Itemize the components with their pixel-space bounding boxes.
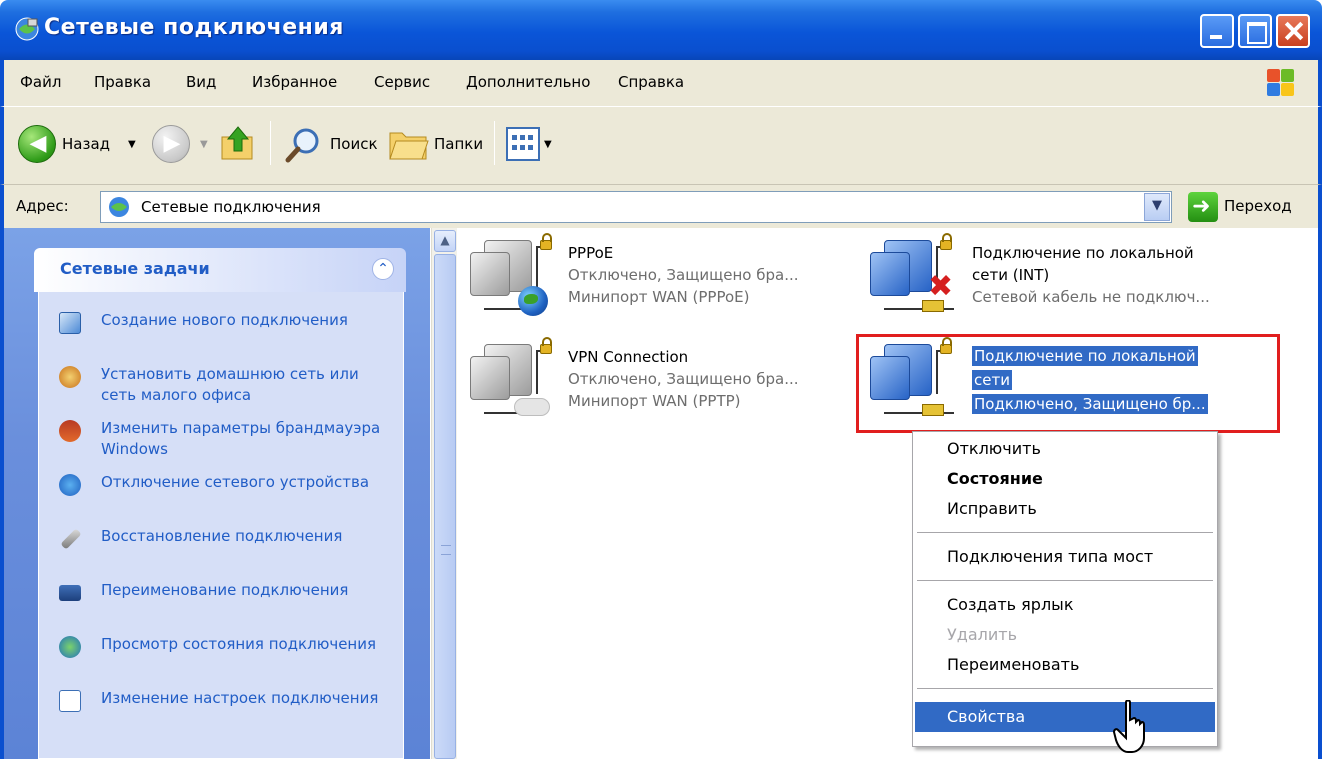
scroll-up-icon[interactable]: ▲ [434,230,456,252]
lock-icon [540,233,552,250]
mouse-pointer-icon [1112,700,1145,753]
address-dropdown-icon[interactable]: ▼ [1144,193,1170,221]
connection-status: Сетевой кабель не подключ... [972,288,1210,306]
folders-icon[interactable] [388,125,430,163]
vertical-scrollbar[interactable]: ▲ [431,228,457,759]
lock-icon [540,337,552,354]
ctx-rename[interactable]: Переименовать [915,650,1215,680]
back-arrow-icon: ◀ [29,131,47,156]
title-bar[interactable]: Сетевые подключения [0,0,1322,60]
task-label[interactable]: Изменить параметры брандмауэра Windows [101,418,391,460]
settings-icon [59,690,81,712]
task-label[interactable]: Создание нового подключения [101,310,391,331]
connection-vpn[interactable]: VPN Connection Отключено, Защищено бра..… [470,336,850,426]
network-tasks-header[interactable]: Сетевые задачи ⌃ [34,248,406,292]
task-label[interactable]: Установить домашнюю сеть или сеть малого… [101,364,391,406]
network-connections-icon [109,197,129,217]
search-button[interactable]: Поиск [330,135,378,153]
globe-icon [518,286,548,316]
ctx-disconnect[interactable]: Отключить [915,434,1215,464]
lock-icon [940,233,952,250]
cloud-icon [514,398,550,416]
up-folder-icon[interactable] [218,123,260,165]
connection-status: Отключено, Защищено бра... [568,266,799,284]
toolbar: ◀ Назад ▼ ▶ ▼ Поиск Папки ▼ [0,106,1322,184]
ctx-repair[interactable]: Исправить [915,494,1215,524]
status-icon [59,636,81,658]
new-connection-icon [59,312,81,334]
connection-device: Минипорт WAN (PPTP) [568,392,741,410]
ctx-create-shortcut[interactable]: Создать ярлык [915,590,1215,620]
go-button[interactable]: Переход [1224,197,1292,215]
maximize-button[interactable] [1238,14,1272,48]
disconnected-x-icon: ✖ [928,269,954,304]
ctx-separator [917,532,1213,533]
context-menu: Отключить Состояние Исправить Подключени… [912,431,1218,747]
connection-name-line2: сети (INT) [972,266,1050,284]
menu-favorites[interactable]: Избранное [252,73,337,91]
home-network-icon [59,366,81,388]
views-dropdown-icon[interactable]: ▼ [544,139,552,150]
menu-help[interactable]: Справка [618,73,684,91]
scroll-thumb[interactable] [434,254,456,759]
lan-int-connection-icon: ✖ [870,232,964,318]
back-button[interactable]: ◀ [18,125,56,163]
back-label[interactable]: Назад [62,135,110,153]
task-label[interactable]: Просмотр состояния подключения [101,634,391,655]
connection-name: VPN Connection [568,348,689,366]
ctx-bridge[interactable]: Подключения типа мост [915,542,1215,572]
menu-advanced[interactable]: Дополнительно [466,73,590,91]
rename-icon [59,585,81,601]
network-tasks-title: Сетевые задачи [60,259,210,278]
forward-button[interactable]: ▶ [152,125,190,163]
vpn-connection-icon [470,336,564,422]
menu-file[interactable]: Файл [20,73,61,91]
back-dropdown-icon[interactable]: ▼ [128,139,136,150]
network-connections-icon [15,17,39,41]
ctx-separator [917,688,1213,689]
address-value: Сетевые подключения [141,198,321,216]
collapse-chevron-icon[interactable]: ⌃ [372,258,394,280]
minimize-button[interactable] [1200,14,1234,48]
go-arrow-icon[interactable] [1188,192,1218,222]
task-label[interactable]: Восстановление подключения [101,526,391,547]
menu-view[interactable]: Вид [186,73,216,91]
connection-device: Минипорт WAN (PPPoE) [568,288,750,306]
repair-icon [60,528,82,550]
firewall-icon [59,420,81,442]
connection-name-line1: Подключение по локальной [972,244,1194,262]
close-button[interactable] [1276,14,1310,48]
folders-button[interactable]: Папки [434,135,483,153]
disable-device-icon [59,474,81,496]
ctx-separator [917,580,1213,581]
address-bar: Адрес: Сетевые подключения ▼ Переход [0,184,1322,228]
address-label: Адрес: [16,197,69,215]
task-label[interactable]: Отключение сетевого устройства [101,472,391,493]
task-label[interactable]: Переименование подключения [101,580,391,601]
connection-pppoe[interactable]: PPPoE Отключено, Защищено бра... Минипор… [470,232,850,322]
menu-tools[interactable]: Сервис [374,73,430,91]
ctx-properties[interactable]: Свойства [915,702,1215,732]
pppoe-connection-icon [470,232,564,318]
connection-status: Отключено, Защищено бра... [568,370,799,388]
scroll-grip-icon [441,545,451,555]
connection-lan-int[interactable]: ✖ Подключение по локальной сети (INT) Се… [870,232,1300,322]
connection-name: PPPoE [568,244,614,262]
ctx-status[interactable]: Состояние [915,464,1215,494]
views-icon[interactable] [506,127,540,161]
menu-bar: Файл Правка Вид Избранное Сервис Дополни… [0,60,1322,106]
forward-arrow-icon: ▶ [163,131,181,156]
window-title: Сетевые подключения [44,15,344,40]
forward-dropdown-icon[interactable]: ▼ [200,139,208,150]
search-icon[interactable] [284,125,324,165]
windows-logo-icon [1266,68,1296,98]
network-tasks-list: Создание нового подключения Установить д… [38,292,404,759]
highlight-frame [856,334,1280,433]
menu-edit[interactable]: Правка [94,73,151,91]
ctx-delete: Удалить [947,625,1017,644]
address-input[interactable]: Сетевые подключения ▼ [100,191,1172,223]
task-label[interactable]: Изменение настроек подключения [101,688,391,709]
